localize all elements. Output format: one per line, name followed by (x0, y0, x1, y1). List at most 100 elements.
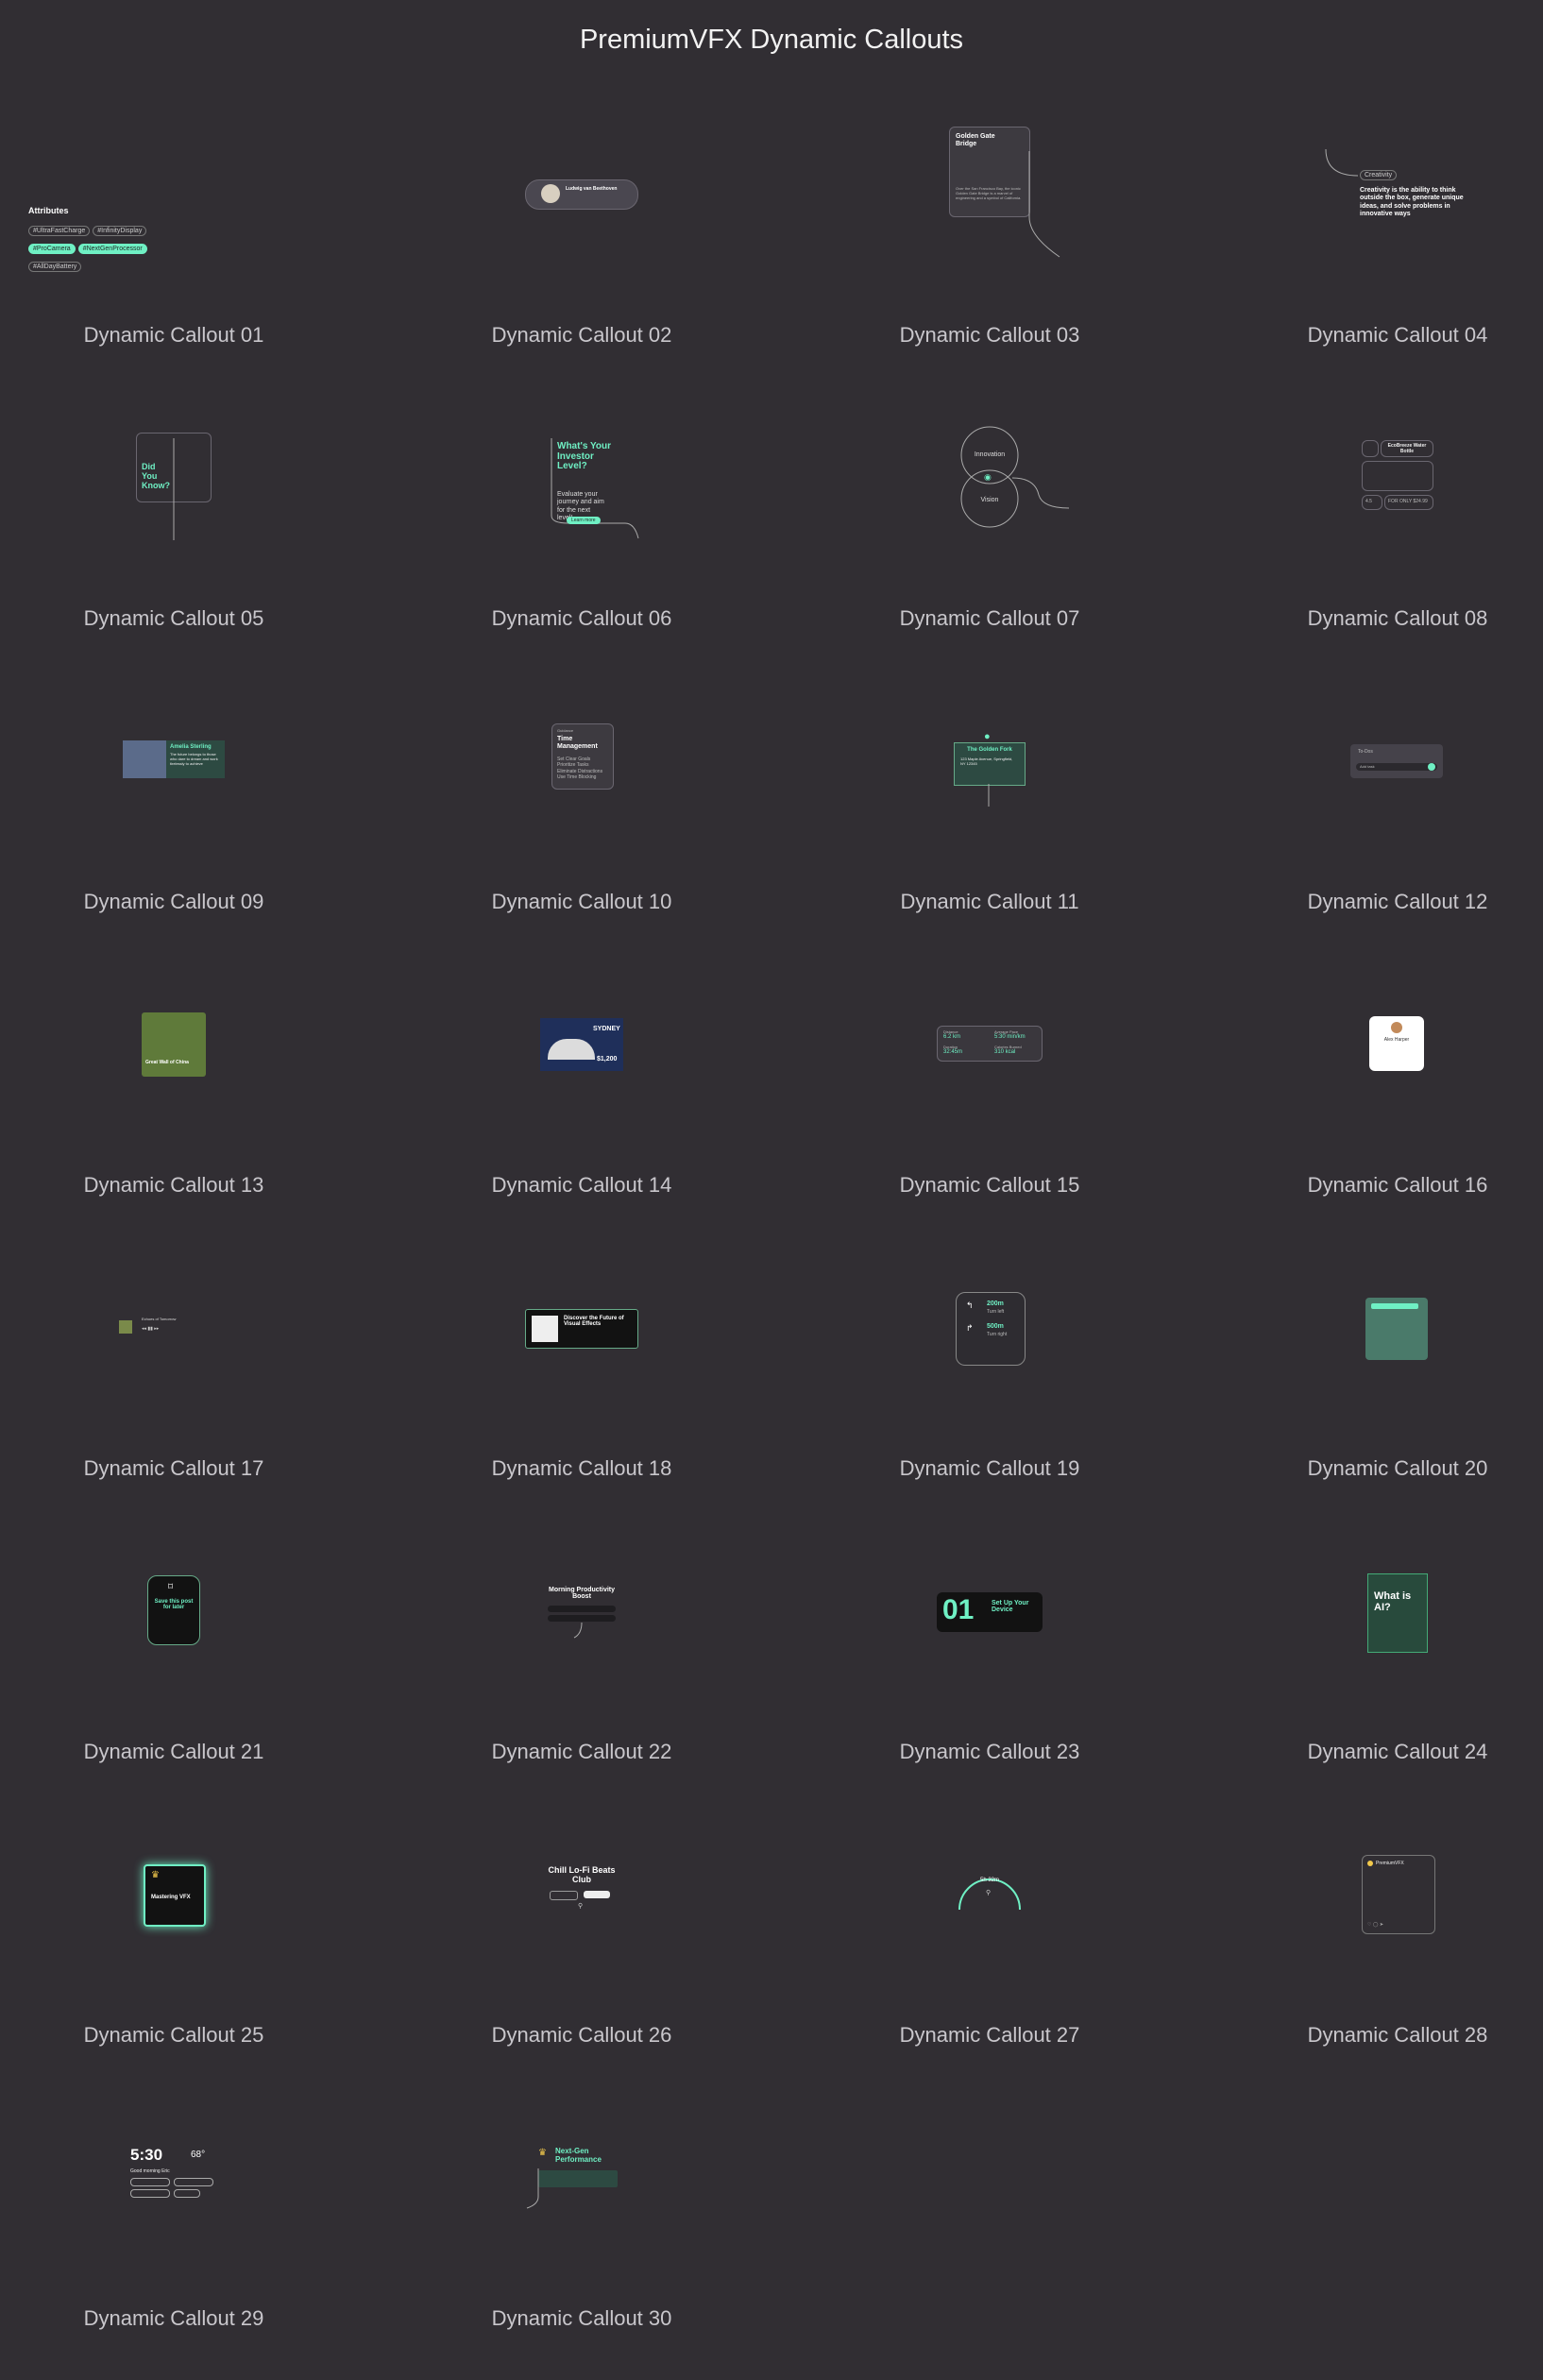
callout-tile-01[interactable]: Attributes #UltraFastCharge #InfinityDisp… (0, 113, 348, 397)
callout-caption: Dynamic Callout 04 (1307, 323, 1488, 347)
callout-tile-14[interactable]: SYDNEY $1,200 Dynamic Callout 14 (408, 963, 755, 1247)
callout-tile-22[interactable]: Morning Productivity Boost Dynamic Callo… (408, 1530, 755, 1813)
callout-tile-07[interactable]: Innovation ◉ Vision Dynamic Callout 07 (816, 397, 1163, 680)
callout-caption: Dynamic Callout 16 (1307, 1173, 1488, 1197)
callout-tile-03[interactable]: Golden Gate Bridge Over the San Francisc… (816, 113, 1163, 397)
event-title: Chill Lo-Fi Beats Club (548, 1865, 616, 1884)
quote-text: The future belongs to those who dare to … (170, 752, 218, 766)
temperature: 68° (191, 2150, 206, 2160)
gauge-value: 5h 32m (979, 1878, 999, 1883)
callout-preview-01: Attributes #UltraFastCharge #InfinityDisp… (0, 113, 348, 323)
join-button[interactable] (584, 1891, 610, 1898)
callout-tile-13[interactable]: Great Wall of China Dynamic Callout 13 (0, 963, 348, 1247)
callout-tile-23[interactable]: 01 Set Up Your Device Dynamic Callout 23 (816, 1530, 1163, 1813)
callout-tile-11[interactable]: ● The Golden Fork 123 Maple Avenue, Spri… (816, 680, 1163, 963)
callout-tile-27[interactable]: 5h 32m ⚲ Dynamic Callout 27 (816, 1813, 1163, 2097)
callout-tile-28[interactable]: PremiumVFX ♡ ◯ ➤ Dynamic Callout 28 (1224, 1813, 1543, 2097)
callout-tile-30[interactable]: ♛ Next-Gen Performance Dynamic Callout 3… (408, 2097, 755, 2380)
callout-caption: Dynamic Callout 11 (900, 890, 1079, 913)
callout-tile-06[interactable]: What's Your Investor Level? Evaluate you… (408, 397, 755, 680)
stat-value: 310 kcal (994, 1049, 1016, 1055)
callout-tile-26[interactable]: Chill Lo-Fi Beats Club ⚲ Dynamic Callout… (408, 1813, 755, 2097)
callout-tile-15[interactable]: Distance 6.2 km Average Pace 5:30 min/km… (816, 963, 1163, 1247)
callout-tile-10[interactable]: Guidance Time Management Set Clear Goals… (408, 680, 755, 963)
callout-preview-14: SYDNEY $1,200 (408, 963, 755, 1173)
tag-pill: #NextGenProcessor (77, 243, 147, 254)
turn-left-icon: ↰ (966, 1300, 974, 1310)
callout-caption: Dynamic Callout 15 (899, 1173, 1080, 1197)
callout-preview-02: Ludwig van Beethoven (408, 113, 755, 323)
person-name: Alex Harper (1383, 1037, 1410, 1043)
nature-image (1365, 1298, 1428, 1360)
callout-preview-08: EcoBreeze Water Bottle 4.5 FOR ONLY $24.… (1224, 397, 1543, 606)
distance-2: 500m (987, 1323, 1004, 1330)
info-button[interactable] (550, 1891, 578, 1900)
chip[interactable] (130, 2189, 170, 2198)
callout-tile-21[interactable]: ⌑ Save this post for later Dynamic Callo… (0, 1530, 348, 1813)
tag-pill: #UltraFastCharge (28, 225, 91, 236)
callout-preview-25: ♛ Mastering VFX (0, 1813, 348, 2023)
add-task-button[interactable] (1428, 763, 1435, 771)
callout-tile-25[interactable]: ♛ Mastering VFX Dynamic Callout 25 (0, 1813, 348, 2097)
connector-line (573, 1622, 583, 1639)
stat-value: 5:30 min/km (994, 1034, 1026, 1040)
callout-caption: Dynamic Callout 08 (1307, 606, 1488, 630)
portrait-image (123, 740, 166, 778)
callout-tile-18[interactable]: Discover the Future of Visual Effects Dy… (408, 1247, 755, 1530)
callout-caption: Dynamic Callout 20 (1307, 1456, 1488, 1480)
callout-preview-29: 5:30 68° Good morning Eric (0, 2097, 348, 2306)
callout-tile-29[interactable]: 5:30 68° Good morning Eric Dynamic Callo… (0, 2097, 348, 2380)
step-title: Set Up Your Device (992, 1600, 1029, 1613)
callout-caption: Dynamic Callout 21 (83, 1740, 264, 1763)
track-title: Echoes of Tomorrow (142, 1317, 177, 1321)
connector-line (1028, 151, 1060, 258)
turn-right-icon: ↱ (966, 1323, 974, 1333)
course-title: Mastering VFX (151, 1895, 191, 1900)
chip[interactable] (174, 2189, 200, 2198)
post-actions[interactable]: ♡ ◯ ➤ (1367, 1922, 1383, 1928)
callout-tile-19[interactable]: ↰ 200m Turn left ↱ 500m Turn right Dynam… (816, 1247, 1163, 1530)
chip[interactable] (174, 2178, 213, 2186)
callout-preview-12: To-Dos Add task (1224, 680, 1543, 890)
callout-tile-20[interactable]: Dynamic Callout 20 (1224, 1247, 1543, 1530)
callout-caption: Dynamic Callout 06 (491, 606, 672, 630)
callout-preview-16: Alex Harper (1224, 963, 1543, 1173)
callout-preview-07: Innovation ◉ Vision (816, 397, 1163, 606)
callout-preview-15: Distance 6.2 km Average Pace 5:30 min/km… (816, 963, 1163, 1173)
opera-house-shape (548, 1039, 595, 1060)
callout-caption: Dynamic Callout 07 (899, 606, 1080, 630)
callout-preview-05: Did You Know? (0, 397, 348, 606)
crown-icon: ♛ (151, 1870, 160, 1880)
callout-preview-27: 5h 32m ⚲ (816, 1813, 1163, 2023)
location-pin-icon: ⚲ (578, 1903, 584, 1910)
location-pin-icon: ⚲ (986, 1890, 992, 1896)
greeting: Good morning Eric (130, 2168, 170, 2174)
callout-tile-09[interactable]: Amelia Sterling The future belongs to th… (0, 680, 348, 963)
place-title: Great Wall of China (145, 1060, 189, 1065)
callout-tile-08[interactable]: EcoBreeze Water Bottle 4.5 FOR ONLY $24.… (1224, 397, 1543, 680)
callout-tile-17[interactable]: Echoes of Tomorrow ◂◂ ▮▮ ▸▸ Dynamic Call… (0, 1247, 348, 1530)
todo-input[interactable]: Add task (1356, 763, 1437, 771)
callout-tile-24[interactable]: What is AI? Dynamic Callout 24 (1224, 1530, 1543, 1813)
product-price: FOR ONLY $24.99 (1388, 499, 1428, 504)
learn-more-button[interactable]: Learn more (567, 517, 601, 524)
callout-tile-05[interactable]: Did You Know? Dynamic Callout 05 (0, 397, 348, 680)
callout-tile-12[interactable]: To-Dos Add task Dynamic Callout 12 (1224, 680, 1543, 963)
callout-tile-04[interactable]: Creativity Creativity is the ability to … (1224, 113, 1543, 397)
callout-preview-21: ⌑ Save this post for later (0, 1530, 348, 1740)
guidance-list: Set Clear Goals Prioritize Tasks Elimina… (557, 756, 602, 780)
person-name: Amelia Sterling (170, 744, 212, 750)
avatar (1391, 1022, 1402, 1033)
landscape-image: Great Wall of China (142, 1012, 206, 1077)
callout-tile-02[interactable]: Ludwig van Beethoven Dynamic Callout 02 (408, 113, 755, 397)
connector-line (526, 2168, 539, 2209)
connector-line (988, 784, 990, 807)
playback-controls[interactable]: ◂◂ ▮▮ ▸▸ (142, 1326, 159, 1332)
product-title: EcoBreeze Water Bottle (1387, 443, 1427, 455)
callout-preview-26: Chill Lo-Fi Beats Club ⚲ (408, 1813, 755, 2023)
callout-caption: Dynamic Callout 14 (491, 1173, 672, 1197)
callout-caption: Dynamic Callout 23 (899, 1740, 1080, 1763)
chip[interactable] (130, 2178, 170, 2186)
instruction-1: Turn left (987, 1309, 1005, 1315)
callout-tile-16[interactable]: Alex Harper Dynamic Callout 16 (1224, 963, 1543, 1247)
